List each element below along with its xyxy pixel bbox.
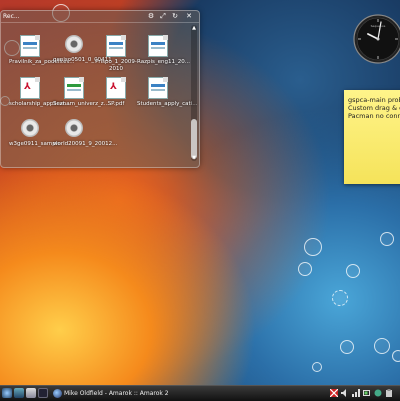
task-button-amarok[interactable]: Mike Oldfield - Amarok :: Amarok 2 bbox=[52, 388, 169, 399]
note-line: gspca-main proble... bbox=[348, 96, 400, 104]
clipboard-icon[interactable] bbox=[385, 389, 393, 397]
bubble bbox=[380, 232, 394, 246]
task-label: Mike Oldfield - Amarok :: Amarok 2 bbox=[64, 390, 169, 397]
scrollbar-thumb[interactable] bbox=[191, 119, 197, 159]
file-label: world20091_9_20012... bbox=[53, 141, 118, 147]
note-line: Custom drag & dr... bbox=[348, 104, 400, 112]
close-icon[interactable]: ✕ bbox=[185, 12, 193, 20]
pdf-icon: ⅄ bbox=[106, 77, 126, 99]
file-label: geniso0501_0_00411 bbox=[53, 57, 112, 63]
bubble bbox=[346, 264, 360, 278]
pdf-icon: ⅄ bbox=[20, 77, 40, 99]
volume-icon[interactable] bbox=[341, 389, 349, 397]
bubble bbox=[374, 338, 390, 354]
flag-icon[interactable] bbox=[330, 389, 338, 397]
kde-menu-icon[interactable] bbox=[2, 388, 12, 398]
document-icon bbox=[20, 35, 40, 57]
file-item[interactable]: geniso0501_0_00411 bbox=[53, 35, 112, 64]
bubble bbox=[340, 340, 354, 354]
terminal-icon[interactable] bbox=[38, 388, 48, 398]
bubble bbox=[392, 350, 400, 362]
file-item[interactable]: w3ge0911_sample bbox=[9, 119, 61, 148]
clock-face: Sequence bbox=[353, 14, 400, 64]
folder-view-title: Rec... ⚙ ⤢ ↻ ✕ bbox=[1, 11, 199, 23]
archive-gear-icon bbox=[21, 119, 39, 139]
taskbar: Mike Oldfield - Amarok :: Amarok 2 bbox=[0, 385, 400, 401]
bubble bbox=[298, 262, 312, 276]
file-label: Seznam_univerz_z... bbox=[53, 101, 109, 107]
network-icon[interactable] bbox=[352, 389, 360, 397]
battery-icon[interactable] bbox=[363, 389, 371, 397]
document-icon bbox=[148, 35, 168, 57]
settings-icon[interactable]: ⚙ bbox=[147, 12, 155, 20]
folder-view-title-text: Rec... bbox=[3, 13, 20, 20]
file-label: Prispo_1_2009-2010 bbox=[95, 59, 137, 72]
file-label: scholarship_applicat... bbox=[9, 101, 71, 107]
file-item[interactable]: Pravilnik_za_podelitev... bbox=[9, 35, 75, 66]
file-label: Students_apply_cati... bbox=[137, 101, 198, 107]
bubble bbox=[304, 238, 322, 256]
home-folder-icon[interactable] bbox=[14, 388, 24, 398]
archive-gear-icon bbox=[65, 35, 83, 55]
sticky-note-widget[interactable]: gspca-main proble... Custom drag & dr...… bbox=[344, 90, 400, 184]
document-icon bbox=[106, 35, 126, 57]
spreadsheet-icon bbox=[64, 77, 84, 99]
bubble bbox=[332, 290, 348, 306]
file-item[interactable]: Seznam_univerz_z... bbox=[53, 77, 109, 108]
notifications-icon[interactable] bbox=[374, 389, 382, 397]
file-label: Razpis_eng11_20... bbox=[137, 59, 190, 65]
file-manager-icon[interactable] bbox=[26, 388, 36, 398]
file-item[interactable]: Students_apply_cati... bbox=[137, 77, 198, 108]
amarok-icon bbox=[53, 389, 62, 398]
scroll-down-icon[interactable]: ▼ bbox=[191, 155, 197, 161]
file-item[interactable]: ⅄ scholarship_applicat... bbox=[9, 77, 71, 108]
archive-gear-icon bbox=[65, 119, 83, 139]
file-item[interactable]: Razpis_eng11_20... bbox=[137, 35, 190, 66]
folder-view-widget[interactable]: Rec... ⚙ ⤢ ↻ ✕ Pravilnik_za_podelitev...… bbox=[0, 10, 200, 168]
file-label: w3ge0911_sample bbox=[9, 141, 61, 147]
rotate-icon[interactable]: ↻ bbox=[171, 12, 179, 20]
clock-brand: Sequence bbox=[371, 24, 386, 28]
file-item[interactable]: ⅄ SP.pdf bbox=[95, 77, 137, 108]
file-item[interactable]: Prispo_1_2009-2010 bbox=[95, 35, 137, 73]
note-line: Pacman no conne... bbox=[348, 112, 400, 120]
document-icon bbox=[148, 77, 168, 99]
file-label: Pravilnik_za_podelitev... bbox=[9, 59, 75, 65]
scroll-up-icon[interactable]: ▲ bbox=[191, 25, 197, 31]
analog-clock-widget[interactable]: Sequence bbox=[352, 14, 400, 64]
resize-icon[interactable]: ⤢ bbox=[159, 12, 167, 20]
file-label: SP.pdf bbox=[107, 101, 125, 107]
file-item[interactable]: world20091_9_20012... bbox=[53, 119, 118, 148]
bubble bbox=[312, 362, 322, 372]
scrollbar[interactable]: ▲ ▼ bbox=[191, 25, 197, 161]
